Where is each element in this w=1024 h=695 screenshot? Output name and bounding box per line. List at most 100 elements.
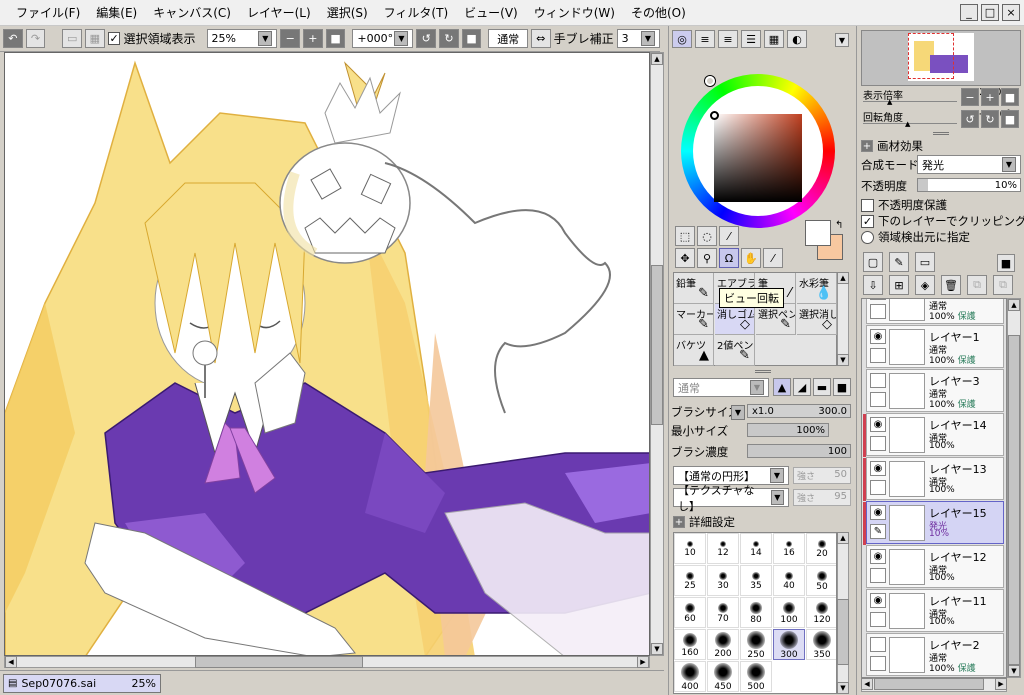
brush-size-cell[interactable]: 16 — [773, 533, 805, 564]
rotate-right-icon[interactable]: ↻ — [981, 110, 999, 128]
mask-icon[interactable]: ■ — [997, 254, 1015, 272]
layer-lock-box[interactable] — [870, 348, 886, 363]
brush-size-cell[interactable]: 400 — [674, 661, 706, 692]
layer-row[interactable]: ◉ レイヤー14 通常 100% — [863, 413, 1004, 457]
material-effect-toggle[interactable]: + 画材効果 — [861, 138, 923, 154]
lasso-icon[interactable]: ◌ — [697, 226, 717, 246]
brush-size-slider[interactable]: x1.0 300.0 — [747, 404, 851, 418]
brush-size-cell[interactable]: 50 — [806, 565, 836, 596]
menu-item[interactable]: その他(O) — [623, 1, 694, 25]
scroll-thumb[interactable] — [837, 599, 849, 665]
undo-icon[interactable]: ↶ — [3, 29, 23, 48]
color-wheel-tab-icon[interactable]: ◎ — [672, 30, 692, 48]
transfer-down-icon[interactable]: ⇩ — [863, 275, 883, 295]
clip-below-option[interactable]: ✓ 下のレイヤーでクリッピング — [861, 213, 1024, 229]
brush-size-cell[interactable]: 300 — [773, 629, 805, 660]
tool-eraser[interactable]: 消しゴム ◇ — [715, 304, 755, 335]
zoom-select[interactable]: 25% ▼ — [206, 29, 278, 48]
preserve-opacity-option[interactable]: 不透明度保護 — [861, 197, 947, 213]
splitter-handle[interactable] — [755, 370, 771, 373]
tool-pencil[interactable]: 鉛筆 ✎ — [674, 273, 714, 304]
clear-layer-icon[interactable]: ◈ — [915, 275, 935, 295]
splitter-handle[interactable] — [933, 132, 949, 135]
scroll-down-icon[interactable]: ▼ — [1008, 665, 1020, 677]
brush-size-cell[interactable]: 20 — [806, 533, 836, 564]
link-layer-icon[interactable]: ⧉ — [967, 275, 987, 295]
scroll-left-icon[interactable]: ◀ — [5, 656, 17, 668]
layer-lock-box[interactable] — [870, 304, 886, 319]
brush-density-slider[interactable]: 100 — [747, 444, 851, 458]
brush-size-cell[interactable]: 35 — [740, 565, 772, 596]
edge-medium-icon[interactable]: ◢ — [793, 378, 811, 396]
color-wheel[interactable] — [681, 74, 835, 228]
brush-size-cell[interactable]: 250 — [740, 629, 772, 660]
rotation-select[interactable]: +000° ▼ — [352, 29, 414, 48]
mixer-tab-icon[interactable]: ◐ — [787, 30, 807, 48]
scratchpad-tab-icon[interactable]: ▦ — [764, 30, 784, 48]
brush-size-cell[interactable]: 40 — [773, 565, 805, 596]
min-size-slider[interactable]: 100% — [747, 423, 829, 437]
scroll-up-icon[interactable]: ▲ — [1008, 299, 1020, 311]
move-icon[interactable]: ✥ — [675, 248, 695, 268]
new-folder-icon[interactable]: ▭ — [915, 252, 935, 272]
brush-size-cell[interactable]: 60 — [674, 597, 706, 628]
edge-flat-icon[interactable]: ■ — [833, 378, 851, 396]
slider-handle-icon[interactable]: ▲ — [905, 120, 910, 128]
navigator-view-rect[interactable] — [908, 33, 954, 79]
layer-row[interactable]: ◉ ✎ レイヤー15 発光 10% — [863, 501, 1004, 545]
magic-wand-icon[interactable]: ⁄ — [719, 226, 739, 246]
eye-icon[interactable]: ◉ — [870, 505, 886, 520]
hsv-slider-tab-icon[interactable]: ≡ — [718, 30, 738, 48]
brush-texture-select[interactable]: 【テクスチャなし】 ▼ — [673, 484, 789, 513]
canvas-vertical-scrollbar[interactable]: ▲ ▼ — [650, 52, 664, 656]
edge-hard-icon[interactable]: ▲ — [773, 378, 791, 396]
scroll-down-icon[interactable]: ▼ — [651, 643, 663, 655]
layer-row[interactable]: ◉ レイヤー13 通常 100% — [863, 457, 1004, 501]
scroll-up-icon[interactable]: ▲ — [837, 532, 849, 544]
rotate-left-icon[interactable]: ↺ — [961, 110, 979, 128]
layer-row[interactable]: ◉ レイヤー12 通常 100% — [866, 545, 1004, 588]
deselect-icon[interactable]: ▭ — [62, 29, 83, 48]
brush-size-cell[interactable]: 120 — [806, 597, 836, 628]
preserve-opacity-checkbox[interactable] — [861, 198, 874, 212]
swatch-tab-icon[interactable]: ☰ — [741, 30, 761, 48]
rotate-view-icon[interactable]: Ω — [719, 248, 739, 268]
hue-picker-icon[interactable] — [705, 76, 715, 86]
menu-item[interactable]: 選択(S) — [319, 1, 376, 25]
show-selection-checkbox[interactable]: ✓ — [107, 32, 121, 45]
brush-size-cell[interactable]: 100 — [773, 597, 805, 628]
scroll-thumb[interactable] — [195, 656, 363, 668]
scroll-up-icon[interactable]: ▲ — [651, 53, 663, 65]
selection-source-option[interactable]: 領域検出元に指定 — [861, 229, 970, 245]
hidden-eye-icon[interactable] — [870, 637, 886, 652]
maximize-button[interactable]: □ — [981, 4, 999, 21]
tool-grid-scrollbar[interactable]: ▲ ▼ — [837, 272, 849, 366]
color-picker-icon[interactable] — [710, 111, 719, 120]
layer-list-hscrollbar[interactable]: ◀ ▶ — [861, 678, 1007, 692]
menu-item[interactable]: レイヤー(L) — [239, 1, 319, 25]
tool-watercolor[interactable]: 水彩筆 💧 — [797, 273, 837, 304]
clip-below-checkbox[interactable]: ✓ — [861, 214, 874, 228]
scroll-thumb[interactable] — [651, 265, 663, 425]
brush-size-cell[interactable]: 14 — [740, 533, 772, 564]
brush-size-cell[interactable]: 12 — [707, 533, 739, 564]
rect-select-icon[interactable]: ⬚ — [675, 226, 695, 246]
layer-row[interactable]: ◉ レイヤー1 通常 100% 保護 — [866, 325, 1004, 368]
layer-lock-box[interactable] — [870, 392, 886, 407]
rgb-slider-tab-icon[interactable]: ≡ — [695, 30, 715, 48]
new-layer-icon[interactable]: ▢ — [863, 252, 883, 272]
minimize-button[interactable]: _ — [960, 4, 978, 21]
brush-size-cell[interactable]: 25 — [674, 565, 706, 596]
hidden-eye-icon[interactable] — [870, 373, 886, 388]
scroll-right-icon[interactable]: ▶ — [995, 678, 1007, 690]
invert-selection-icon[interactable]: ▦ — [85, 29, 105, 48]
brush-size-cell[interactable]: 350 — [806, 629, 836, 660]
scroll-down-icon[interactable]: ▼ — [837, 682, 849, 694]
zoom-in-icon[interactable]: + — [981, 88, 999, 106]
merge-down-icon[interactable]: ⊞ — [889, 275, 909, 295]
panel-menu-icon[interactable]: ▼ — [835, 33, 849, 47]
selection-source-radio[interactable] — [861, 230, 874, 244]
layer-lock-box[interactable] — [870, 480, 886, 495]
layer-lock-box[interactable] — [870, 656, 886, 671]
layer-row[interactable]: レイヤー3 通常 100% 保護 — [866, 369, 1004, 412]
